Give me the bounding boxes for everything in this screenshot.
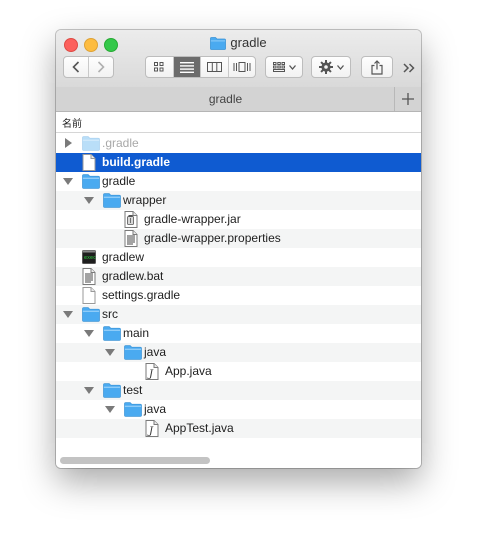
file-row[interactable]: J AppTest.java	[56, 419, 421, 438]
back-forward-control	[63, 56, 114, 78]
window-title-text: gradle	[230, 35, 267, 50]
file-name: main	[123, 326, 150, 340]
chevron-right-icon	[98, 61, 105, 73]
forward-button[interactable]	[89, 57, 113, 77]
file-row[interactable]: gradle	[56, 172, 421, 191]
list-view-button[interactable]	[173, 57, 201, 77]
scrollbar-thumb[interactable]	[60, 457, 210, 464]
file-name: gradle-wrapper.properties	[144, 231, 281, 245]
file-row[interactable]: J App.java	[56, 362, 421, 381]
action-button[interactable]	[311, 56, 351, 78]
overflow-chevrons-icon	[403, 63, 415, 73]
file-row[interactable]: build.gradle	[56, 153, 421, 172]
new-tab-button[interactable]	[394, 87, 421, 111]
svg-text:exec: exec	[84, 255, 96, 261]
jar-file-icon	[124, 211, 142, 228]
gear-icon	[318, 60, 333, 74]
file-row[interactable]: .gradle	[56, 134, 421, 153]
column-view-icon	[206, 62, 222, 72]
cover-flow-button[interactable]	[229, 57, 256, 77]
finder-window: gradle gradle 名前 .gradle build.gradle gr…	[56, 30, 421, 468]
file-name: gradlew	[102, 250, 145, 264]
disclosure-triangle-expanded-icon[interactable]	[63, 311, 73, 318]
file-row[interactable]: exec gradlew	[56, 248, 421, 267]
file-row[interactable]: java	[56, 400, 421, 419]
back-button[interactable]	[64, 57, 90, 77]
share-button[interactable]	[361, 56, 393, 78]
file-row[interactable]: gradlew.bat	[56, 267, 421, 286]
tab-bar: gradle	[56, 87, 421, 112]
disclosure-triangle-expanded-icon[interactable]	[105, 349, 115, 356]
chevron-down-icon	[288, 64, 296, 70]
toolbar-overflow-button[interactable]	[401, 61, 417, 75]
file-name: settings.gradle	[102, 288, 181, 302]
list-view-icon	[179, 61, 194, 73]
folder-icon	[124, 402, 142, 419]
tab-gradle[interactable]: gradle	[56, 92, 395, 106]
file-name: gradlew.bat	[102, 269, 164, 283]
file-row[interactable]: gradle-wrapper.properties	[56, 229, 421, 248]
group-by-button[interactable]	[265, 56, 303, 78]
title-bar: gradle	[56, 30, 421, 88]
file-name: App.java	[165, 364, 212, 378]
disclosure-triangle-expanded-icon[interactable]	[63, 178, 73, 185]
java-file-icon: J	[145, 363, 163, 380]
svg-text:J: J	[147, 426, 154, 437]
folder-icon	[103, 326, 121, 343]
folder-icon	[82, 307, 100, 324]
disclosure-triangle-collapsed-icon[interactable]	[65, 138, 72, 148]
group-by-icon	[272, 62, 285, 72]
file-row[interactable]: java	[56, 343, 421, 362]
folder-icon	[82, 174, 100, 191]
file-icon	[82, 287, 100, 304]
file-row[interactable]: gradle-wrapper.jar	[56, 210, 421, 229]
column-header-name[interactable]: 名前	[56, 112, 421, 133]
icon-view-button[interactable]	[146, 57, 174, 77]
file-name: wrapper	[123, 193, 167, 207]
file-name: gradle	[102, 174, 136, 188]
terminal-executable-icon: exec	[82, 249, 100, 266]
file-name: test	[123, 383, 143, 397]
horizontal-scrollbar[interactable]	[56, 452, 421, 468]
chevron-left-icon	[72, 61, 80, 73]
document-icon	[124, 230, 142, 247]
column-header-label: 名前	[62, 119, 82, 130]
chevron-down-icon	[336, 64, 344, 70]
folder-icon	[124, 345, 142, 362]
disclosure-triangle-expanded-icon[interactable]	[84, 387, 94, 394]
folder-icon	[82, 136, 100, 153]
disclosure-triangle-expanded-icon[interactable]	[84, 330, 94, 337]
cover-flow-icon	[233, 62, 251, 72]
java-file-icon: J	[145, 420, 163, 437]
icon-view-icon	[154, 62, 164, 72]
file-icon	[82, 154, 100, 171]
column-view-button[interactable]	[201, 57, 229, 77]
view-mode-control	[145, 56, 256, 78]
file-name: java	[144, 345, 167, 359]
file-row[interactable]: test	[56, 381, 421, 400]
window-title: gradle	[56, 35, 421, 50]
file-name: build.gradle	[102, 155, 171, 169]
svg-text:J: J	[147, 369, 154, 380]
plus-icon	[402, 93, 414, 105]
folder-icon	[103, 193, 121, 210]
share-icon	[371, 59, 383, 75]
file-row[interactable]: settings.gradle	[56, 286, 421, 305]
disclosure-triangle-expanded-icon[interactable]	[84, 197, 94, 204]
file-name: gradle-wrapper.jar	[144, 212, 241, 226]
file-name: src	[102, 307, 118, 321]
folder-icon	[103, 383, 121, 400]
file-row[interactable]: wrapper	[56, 191, 421, 210]
file-row[interactable]: src	[56, 305, 421, 324]
file-name: java	[144, 402, 167, 416]
file-name: .gradle	[102, 136, 139, 150]
folder-icon	[210, 37, 227, 50]
file-name: AppTest.java	[165, 421, 234, 435]
file-row[interactable]: main	[56, 324, 421, 343]
document-icon	[82, 268, 100, 285]
disclosure-triangle-expanded-icon[interactable]	[105, 406, 115, 413]
